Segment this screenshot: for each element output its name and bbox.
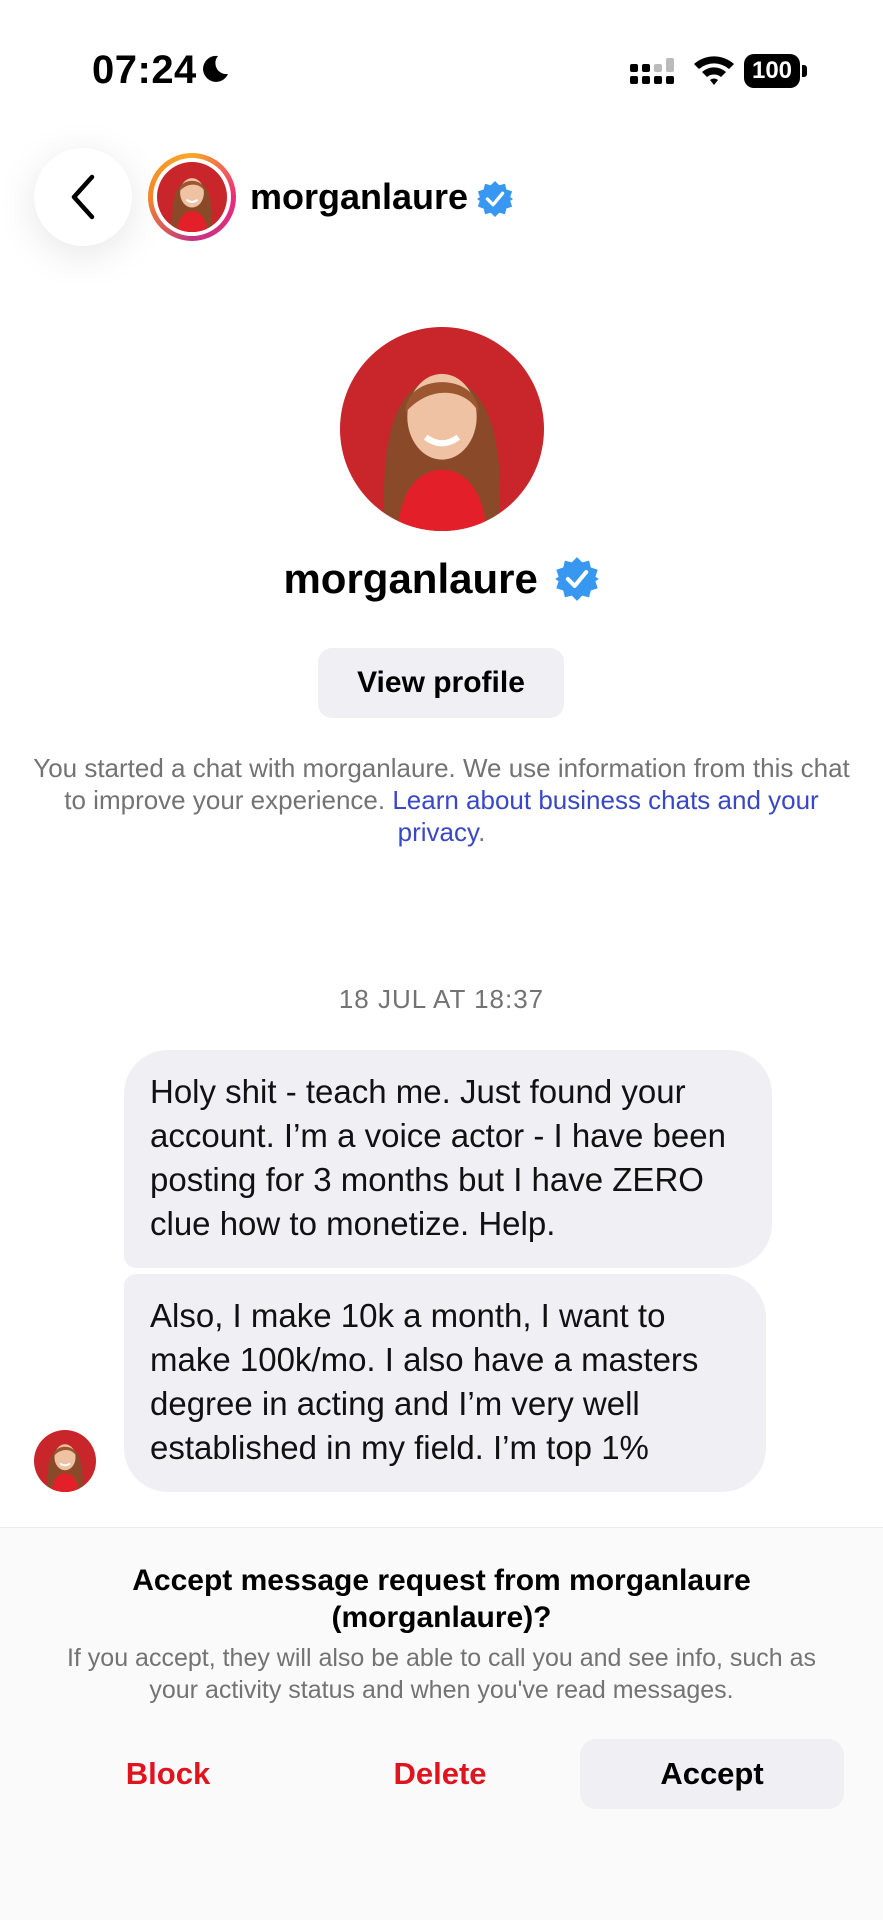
chat-info-text: You started a chat with morganlaure. We … (24, 752, 859, 848)
verified-badge-icon (476, 180, 514, 218)
battery-level: 100 (744, 54, 800, 88)
request-title: Accept message request from morganlaure … (132, 1564, 751, 1634)
delete-button[interactable]: Delete (360, 1739, 520, 1809)
accept-button[interactable]: Accept (580, 1739, 844, 1809)
sender-avatar[interactable] (34, 1430, 96, 1492)
cellular-signal-icon (630, 58, 674, 84)
status-time: 07:24 (92, 48, 197, 92)
header-avatar[interactable] (148, 153, 236, 241)
message-request-panel: Accept message request from morganlaure … (0, 1528, 883, 1920)
battery-icon: 100 (744, 54, 808, 88)
verified-badge-icon (554, 557, 599, 601)
profile-photo[interactable] (340, 327, 544, 531)
message-timestamp: 18 JUL AT 18:37 (338, 984, 545, 1014)
back-button[interactable] (34, 148, 132, 246)
do-not-disturb-moon-icon (203, 55, 228, 82)
wifi-icon (694, 56, 734, 85)
privacy-link[interactable]: Learn about business chats and your priv… (392, 785, 818, 847)
chat-header: morganlaure (0, 140, 883, 260)
chevron-left-icon (71, 174, 95, 220)
message-bubble[interactable]: Also, I make 10k a month, I want to make… (124, 1274, 766, 1492)
block-button[interactable]: Block (92, 1739, 244, 1809)
header-username[interactable]: morganlaure (250, 176, 468, 218)
profile-name: morganlaure (283, 554, 538, 602)
request-description: If you accept, they will also be able to… (66, 1644, 817, 1704)
profile-name-row: morganlaure (0, 552, 883, 603)
view-profile-button[interactable]: View profile (318, 648, 564, 718)
message-bubble[interactable]: Holy shit - teach me. Just found your ac… (124, 1050, 772, 1268)
status-bar: 07:24 100 (0, 0, 883, 140)
chat-info-period: . (478, 817, 486, 847)
